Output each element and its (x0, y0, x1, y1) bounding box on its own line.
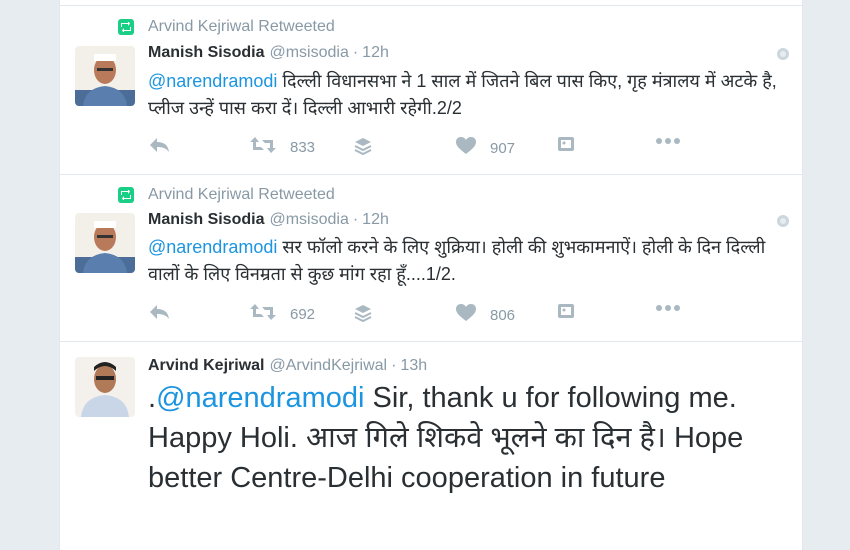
separator: · (352, 211, 359, 228)
more-icon[interactable] (655, 137, 681, 145)
like-count: 907 (490, 139, 516, 157)
mention-link[interactable]: @narendramodi (156, 382, 364, 414)
tweet-header: Arvind Kejriwal @ArvindKejriwal · 13h (148, 357, 427, 375)
retweet-icon (250, 304, 276, 324)
reply-icon[interactable] (148, 304, 170, 320)
tweet-text: @narendramodi दिल्ली विधानसभा ने 1 साल म… (148, 68, 788, 122)
retweet-button[interactable]: 692 (250, 304, 315, 324)
reply-icon[interactable] (148, 137, 170, 153)
tweet-actions: 692 806 (148, 304, 708, 326)
separator: · (352, 44, 359, 61)
heart-icon (456, 137, 476, 159)
tweet[interactable]: Arvind Kejriwal Retweeted Manish Sisodia… (60, 174, 802, 342)
tweet-prefix: . (148, 382, 157, 414)
globe-icon (776, 214, 790, 228)
tweet-header: Manish Sisodia @msisodia · 12h (148, 44, 389, 62)
retweet-icon (250, 137, 276, 157)
like-count: 806 (490, 306, 516, 324)
stack-icon[interactable] (354, 137, 372, 155)
tweet[interactable]: Arvind Kejriwal Retweeted Manish Sisodia… (60, 5, 802, 175)
photo-icon[interactable] (558, 304, 574, 318)
heart-icon (456, 304, 476, 326)
user-handle[interactable]: @msisodia (269, 44, 348, 62)
retweeted-by-label[interactable]: Arvind Kejriwal Retweeted (148, 186, 335, 204)
globe-icon (776, 47, 790, 61)
tweet-text: @narendramodi सर फॉलो करने के लिए शुक्रि… (148, 234, 788, 288)
separator: · (391, 357, 397, 374)
user-name[interactable]: Manish Sisodia (148, 211, 264, 229)
tweet-header: Manish Sisodia @msisodia · 12h (148, 211, 389, 229)
like-button[interactable]: 907 (456, 137, 515, 159)
user-handle[interactable]: @ArvindKejriwal (269, 357, 387, 375)
retweet-count: 692 (290, 305, 316, 323)
mention-link[interactable]: @narendramodi (148, 237, 277, 257)
timestamp[interactable]: 13h (400, 357, 427, 375)
timeline: Arvind Kejriwal Retweeted Manish Sisodia… (59, 0, 803, 550)
avatar[interactable] (75, 213, 135, 273)
user-handle[interactable]: @msisodia (269, 211, 348, 229)
photo-icon[interactable] (558, 137, 574, 151)
retweet-icon (118, 19, 134, 35)
tweet-text: .@narendramodi Sir, thank u for followin… (148, 378, 788, 498)
retweet-context: Arvind Kejriwal Retweeted (118, 18, 335, 36)
timestamp[interactable]: 12h (362, 211, 389, 229)
retweet-count: 833 (290, 138, 316, 156)
mention-link[interactable]: @narendramodi (148, 71, 277, 91)
retweet-button[interactable]: 833 (250, 137, 315, 157)
retweet-icon (118, 187, 134, 203)
like-button[interactable]: 806 (456, 304, 515, 326)
more-icon[interactable] (655, 304, 681, 312)
retweeted-by-label[interactable]: Arvind Kejriwal Retweeted (148, 18, 335, 36)
user-name[interactable]: Arvind Kejriwal (148, 357, 264, 375)
tweet[interactable]: Arvind Kejriwal @ArvindKejriwal · 13h .@… (60, 342, 802, 550)
tweet-actions: 833 907 (148, 137, 708, 159)
stack-icon[interactable] (354, 304, 372, 322)
retweet-context: Arvind Kejriwal Retweeted (118, 186, 335, 204)
timestamp[interactable]: 12h (362, 44, 389, 62)
avatar[interactable] (75, 46, 135, 106)
user-name[interactable]: Manish Sisodia (148, 44, 264, 62)
avatar[interactable] (75, 357, 135, 417)
